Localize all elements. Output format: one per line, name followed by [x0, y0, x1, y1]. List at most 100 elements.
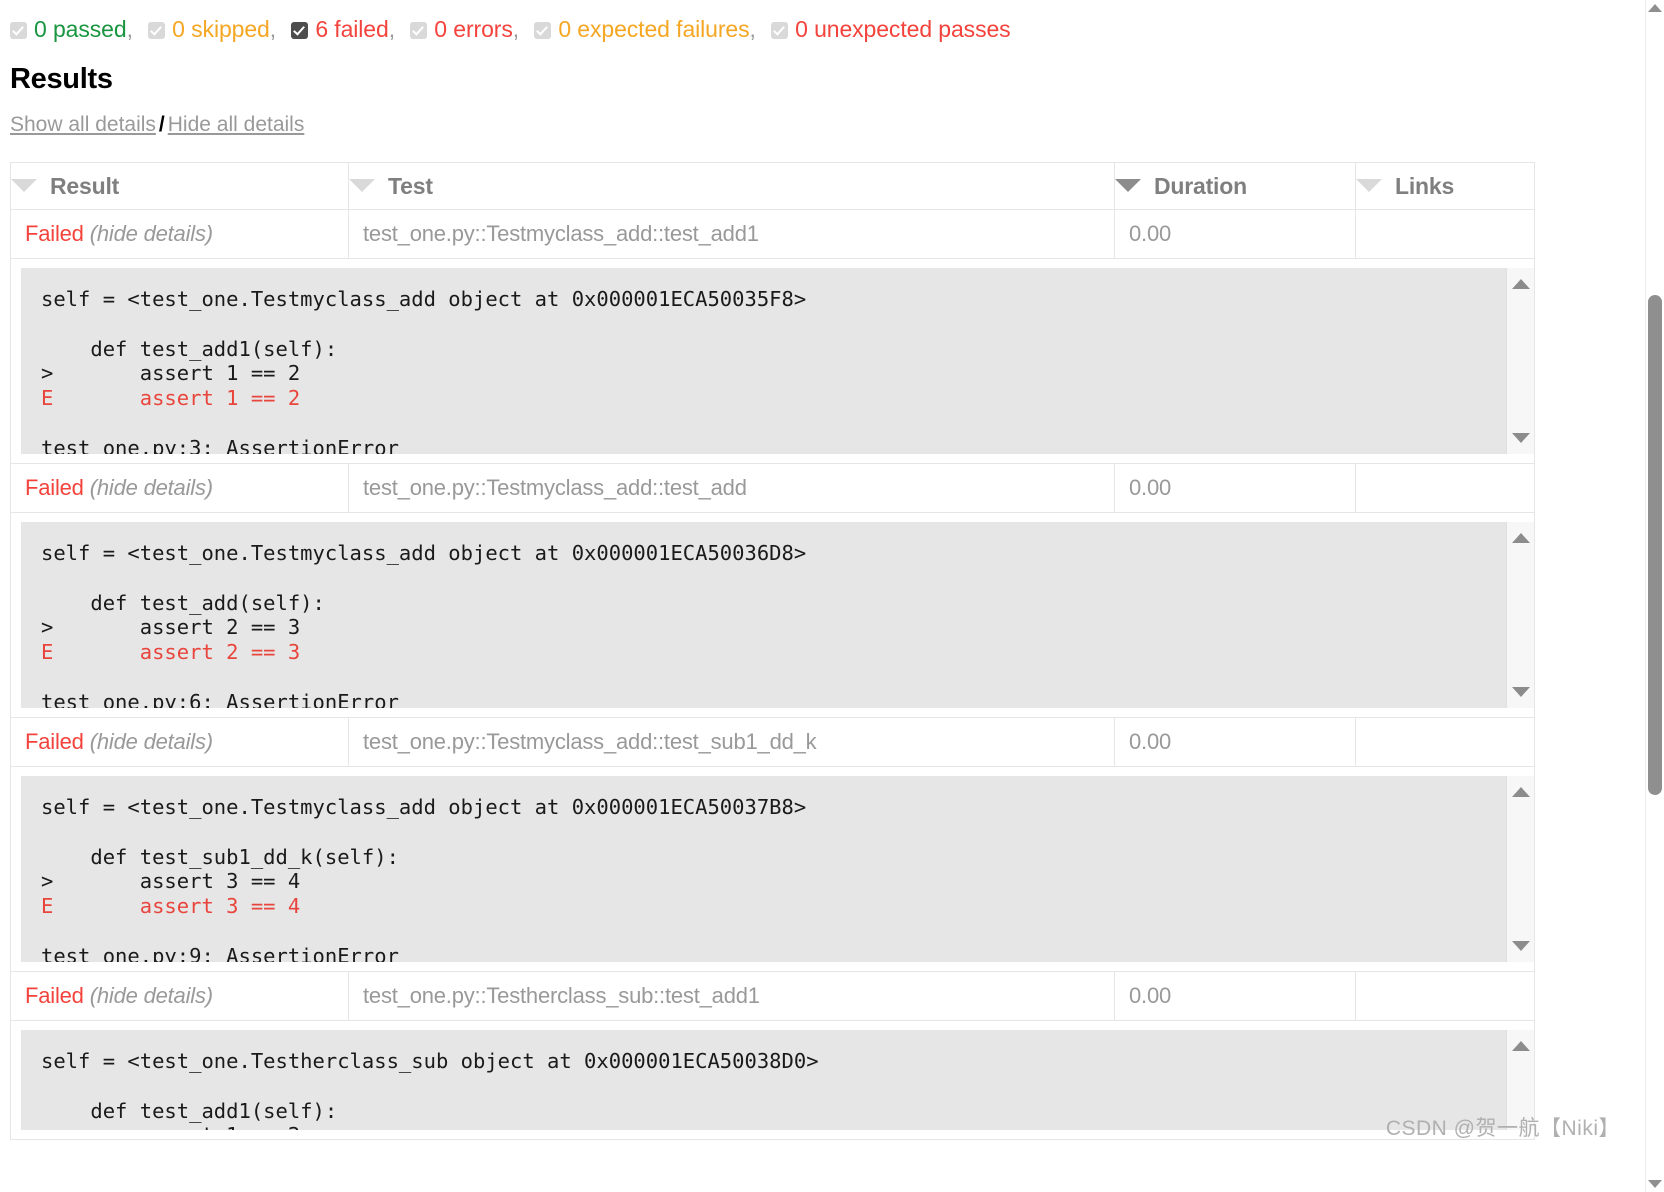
log-scroll-container[interactable]: self = <test_one.Testmyclass_add object …: [21, 268, 1534, 454]
summary-item-errors[interactable]: 0 errors,: [410, 14, 519, 44]
checkbox-expected-failures-icon[interactable]: [534, 22, 552, 39]
log-scrollbar[interactable]: [1506, 522, 1534, 708]
duration-label: 0.00: [1129, 475, 1172, 500]
cell-duration: 0.00: [1114, 209, 1356, 259]
log-line-self: self = <test_one.Testherclass_sub object…: [41, 1049, 819, 1073]
duration-label: 0.00: [1129, 221, 1172, 246]
checkbox-skipped-icon[interactable]: [148, 22, 166, 39]
sort-arrow-links-icon[interactable]: [1356, 178, 1382, 192]
scroll-down-arrow-icon[interactable]: [1511, 433, 1530, 443]
cell-result[interactable]: Failed (hide details): [10, 209, 349, 259]
cell-duration: 0.00: [1114, 717, 1356, 767]
log-line-location: test_one.py:6: AssertionError: [41, 689, 399, 708]
scroll-up-arrow-icon[interactable]: [1511, 533, 1530, 543]
summary-item-failed[interactable]: 6 failed,: [291, 14, 395, 44]
sort-arrow-duration-icon[interactable]: [1115, 178, 1141, 192]
log-cell: self = <test_one.Testmyclass_add object …: [10, 258, 1535, 464]
table-log-row: self = <test_one.Testherclass_sub object…: [10, 1020, 1535, 1140]
column-header-result-label: Result: [50, 172, 120, 199]
scroll-up-arrow-icon[interactable]: [1511, 787, 1530, 797]
status-badge: Failed: [25, 983, 84, 1008]
log-line-self: self = <test_one.Testmyclass_add object …: [41, 287, 807, 311]
summary-skipped-label: 0 skipped: [172, 16, 270, 42]
summary-errors-label: 0 errors: [434, 16, 513, 42]
cell-test: test_one.py::Testmyclass_add::test_sub1_…: [348, 717, 1115, 767]
log-cell: self = <test_one.Testmyclass_add object …: [10, 512, 1535, 718]
table-row[interactable]: Failed (hide details) test_one.py::Testmy…: [10, 717, 1535, 767]
log-line-self: self = <test_one.Testmyclass_add object …: [41, 541, 807, 565]
summary-item-passed[interactable]: 0 passed,: [10, 14, 133, 44]
scroll-up-arrow-icon[interactable]: [1511, 1041, 1530, 1051]
log-line-def: def test_add1(self):: [41, 1098, 338, 1123]
log-line-def: def test_add(self):: [41, 590, 325, 615]
watermark: CSDN @贺一航【Niki】: [1385, 1117, 1620, 1140]
cell-links: [1355, 971, 1535, 1021]
log-line-location: test_one.py:9: AssertionError: [41, 943, 399, 962]
log-scrollbar[interactable]: [1506, 776, 1534, 962]
page-scroll-down-arrow-icon[interactable]: [1648, 1180, 1662, 1188]
status-badge: Failed: [25, 729, 84, 754]
summary-passed-comma: ,: [126, 16, 133, 42]
hide-details-link[interactable]: (hide details): [90, 475, 213, 500]
checkbox-failed-icon[interactable]: [291, 22, 309, 39]
column-header-duration-label: Duration: [1154, 172, 1247, 199]
table-log-row: self = <test_one.Testmyclass_add object …: [10, 512, 1535, 718]
hide-all-details-link[interactable]: Hide all details: [168, 113, 305, 136]
hide-details-link[interactable]: (hide details): [90, 983, 213, 1008]
status-badge: Failed: [25, 221, 84, 246]
cell-test: test_one.py::Testmyclass_add::test_add1: [348, 209, 1115, 259]
summary-expected-failures-label: 0 expected failures: [558, 16, 750, 42]
page-title: Results: [10, 63, 113, 95]
table-row[interactable]: Failed (hide details) test_one.py::Testmy…: [10, 209, 1535, 259]
log-scrollbar[interactable]: [1506, 268, 1534, 454]
log-text: self = <test_one.Testmyclass_add object …: [21, 776, 1534, 962]
log-cell: self = <test_one.Testmyclass_add object …: [10, 766, 1535, 972]
cell-result[interactable]: Failed (hide details): [10, 971, 349, 1021]
summary-item-expected-failures[interactable]: 0 expected failures,: [534, 14, 756, 44]
log-scroll-container[interactable]: self = <test_one.Testherclass_sub object…: [21, 1030, 1534, 1130]
page-scroll-up-arrow-icon[interactable]: [1648, 4, 1662, 12]
summary-passed-label: 0 passed: [34, 16, 127, 42]
summary-item-unexpected-passes[interactable]: 0 unexpected passes: [771, 14, 1011, 44]
results-table-body: Failed (hide details) test_one.py::Testmy…: [10, 209, 1535, 1140]
page-scrollbar[interactable]: [1645, 0, 1664, 1192]
detail-controls-separator: /: [158, 113, 165, 136]
summary-item-skipped[interactable]: 0 skipped,: [148, 14, 276, 44]
log-scroll-container[interactable]: self = <test_one.Testmyclass_add object …: [21, 776, 1534, 962]
column-header-links[interactable]: Links: [1355, 162, 1535, 210]
checkbox-passed-icon[interactable]: [10, 22, 27, 39]
checkbox-unexpected-passes-icon[interactable]: [771, 22, 789, 39]
sort-arrow-result-icon[interactable]: [11, 178, 37, 192]
log-text: self = <test_one.Testmyclass_add object …: [21, 522, 1534, 708]
summary-errors-comma: ,: [512, 16, 520, 42]
detail-toggle-controls: Show all details / Hide all details: [10, 112, 1646, 138]
cell-test: test_one.py::Testherclass_sub::test_add1: [348, 971, 1115, 1021]
table-row[interactable]: Failed (hide details) test_one.py::Testhe…: [10, 971, 1535, 1021]
cell-links: [1355, 717, 1535, 767]
log-scroll-container[interactable]: self = <test_one.Testmyclass_add object …: [21, 522, 1534, 708]
test-name-label: test_one.py::Testherclass_sub::test_add1: [363, 983, 760, 1008]
log-line-assert: > assert 2 == 3: [41, 615, 301, 640]
log-line-assert: > assert 3 == 4: [41, 869, 301, 894]
table-row[interactable]: Failed (hide details) test_one.py::Testmy…: [10, 463, 1535, 513]
scroll-down-arrow-icon[interactable]: [1511, 687, 1530, 697]
test-name-label: test_one.py::Testmyclass_add::test_sub1_…: [363, 729, 817, 754]
sort-arrow-test-icon[interactable]: [349, 178, 375, 192]
scroll-down-arrow-icon[interactable]: [1511, 941, 1530, 951]
checkbox-errors-icon[interactable]: [410, 22, 428, 39]
cell-result[interactable]: Failed (hide details): [10, 717, 349, 767]
column-header-duration[interactable]: Duration: [1114, 162, 1356, 210]
log-text: self = <test_one.Testmyclass_add object …: [21, 268, 1534, 454]
scroll-up-arrow-icon[interactable]: [1511, 279, 1530, 289]
column-header-result[interactable]: Result: [10, 162, 349, 210]
hide-details-link[interactable]: (hide details): [90, 221, 213, 246]
hide-details-link[interactable]: (hide details): [90, 729, 213, 754]
summary-skipped-comma: ,: [269, 16, 277, 42]
show-all-details-link[interactable]: Show all details: [10, 113, 156, 136]
column-header-test[interactable]: Test: [348, 162, 1115, 210]
duration-label: 0.00: [1129, 983, 1172, 1008]
test-name-label: test_one.py::Testmyclass_add::test_add: [363, 475, 747, 500]
log-line-error: E assert 3 == 4: [41, 894, 301, 919]
cell-result[interactable]: Failed (hide details): [10, 463, 349, 513]
page-scrollbar-thumb[interactable]: [1648, 295, 1662, 795]
